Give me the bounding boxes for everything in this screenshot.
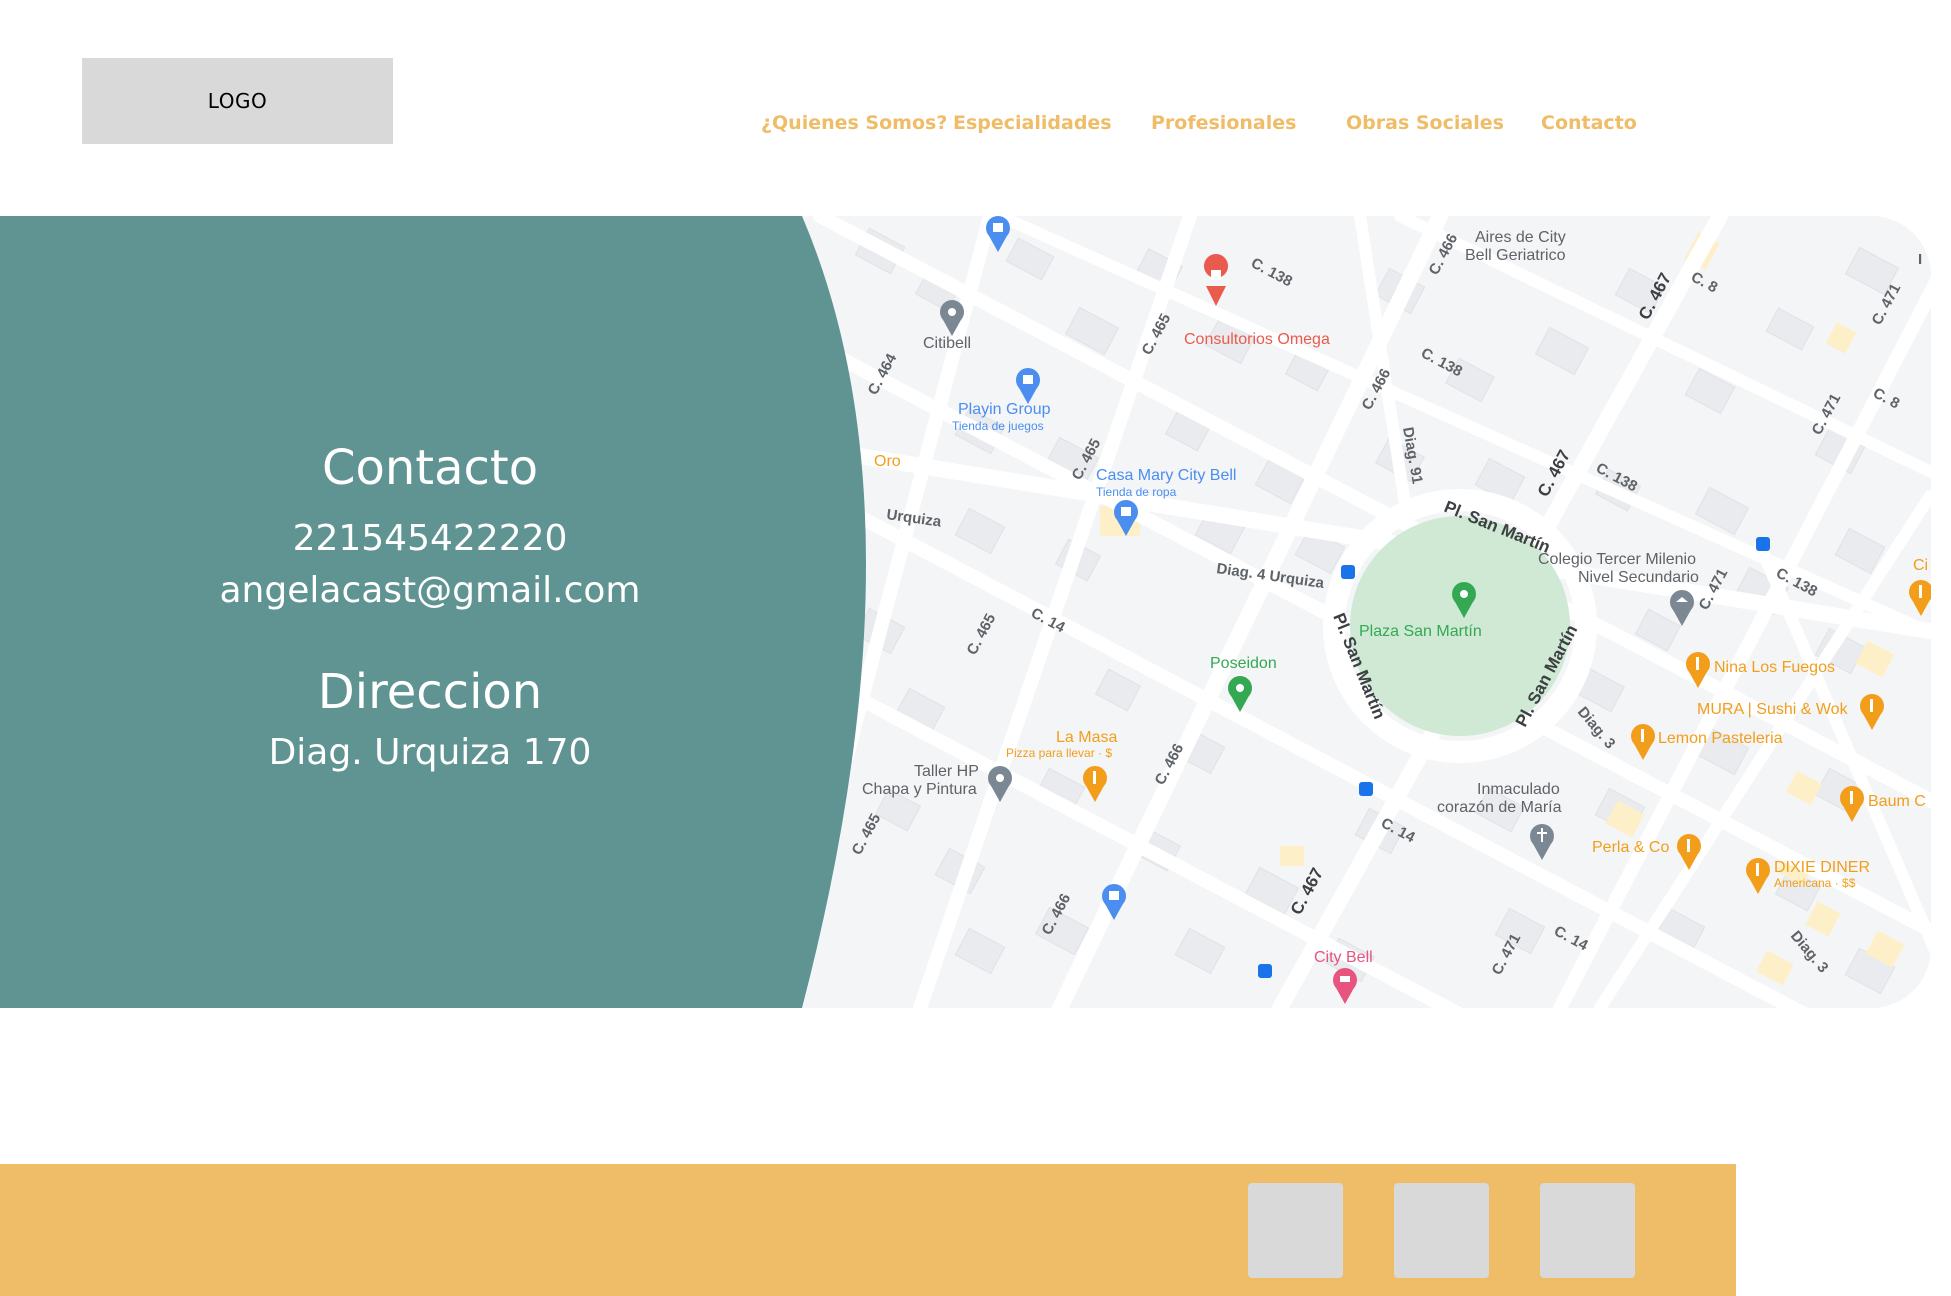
label-consultorios: Consultorios Omega xyxy=(1184,331,1330,348)
label-perla: Perla & Co xyxy=(1592,839,1669,856)
label-playin: Playin Group xyxy=(958,401,1051,418)
contact-email[interactable]: angelacast@gmail.com xyxy=(0,570,860,611)
social-icon-3[interactable] xyxy=(1540,1183,1635,1278)
label-lemon: Lemon Pasteleria xyxy=(1658,730,1783,747)
social-icon-1[interactable] xyxy=(1248,1183,1343,1278)
nav-contacto[interactable]: Contacto xyxy=(1541,112,1637,134)
label-citibell: Citibell xyxy=(923,335,971,352)
label-colegio-1: Colegio Tercer Milenio xyxy=(1538,551,1696,568)
label-playin-sub: Tienda de juegos xyxy=(952,419,1044,433)
nav-quienes-somos[interactable]: ¿Quienes Somos? xyxy=(761,112,947,134)
contact-map-section: C. 138 C. 138 C. 138 C. 138 C. 466 C. 46… xyxy=(0,216,1931,1008)
label-inmaculado-1: Inmaculado xyxy=(1477,781,1560,798)
contact-title: Contacto xyxy=(321,440,539,496)
contact-phone[interactable]: 221545422220 xyxy=(0,518,860,559)
nav-especialidades[interactable]: Especialidades xyxy=(953,112,1112,134)
label-ci: Ci xyxy=(1913,557,1928,574)
label-aires-1: Aires de City xyxy=(1475,229,1566,246)
label-inmaculado-2: corazón de María xyxy=(1437,799,1562,816)
address-title: Direccion xyxy=(317,664,543,720)
street-i: I xyxy=(1918,251,1922,268)
label-nina: Nina Los Fuegos xyxy=(1714,659,1835,676)
bus-stop-icon xyxy=(1756,537,1770,551)
address-text: Diag. Urquiza 170 xyxy=(268,732,592,773)
label-dixie: DIXIE DINER xyxy=(1774,859,1870,876)
label-poseidon: Poseidon xyxy=(1210,655,1277,672)
footer xyxy=(0,1164,1736,1296)
label-mura: MURA | Sushi & Wok xyxy=(1697,701,1849,718)
label-casamary-sub: Tienda de ropa xyxy=(1096,485,1177,499)
label-aires-2: Bell Geriatrico xyxy=(1465,247,1566,264)
label-colegio-2: Nivel Secundario xyxy=(1578,569,1699,586)
nav-obras-sociales[interactable]: Obras Sociales xyxy=(1346,112,1504,134)
label-lamasa-sub: Pizza para llevar · $ xyxy=(1006,746,1112,760)
contact-panel: Contacto 221545422220 angelacast@gmail.c… xyxy=(0,216,900,1008)
label-dixie-sub: Americana · $$ xyxy=(1774,876,1856,890)
social-icon-2[interactable] xyxy=(1394,1183,1489,1278)
label-citybell: City Bell xyxy=(1314,949,1373,966)
label-lamasa: La Masa xyxy=(1056,729,1117,746)
nav-profesionales[interactable]: Profesionales xyxy=(1151,112,1296,134)
label-tallerhp: Taller HP xyxy=(914,763,979,780)
bus-stop-icon xyxy=(1359,782,1373,796)
bus-stop-icon xyxy=(1341,565,1355,579)
label-casamary: Casa Mary City Bell xyxy=(1096,467,1236,484)
logo[interactable]: LOGO xyxy=(82,58,393,144)
label-plaza: Plaza San Martín xyxy=(1359,623,1482,640)
label-baum: Baum C xyxy=(1868,793,1926,810)
bus-stop-icon xyxy=(1258,964,1272,978)
